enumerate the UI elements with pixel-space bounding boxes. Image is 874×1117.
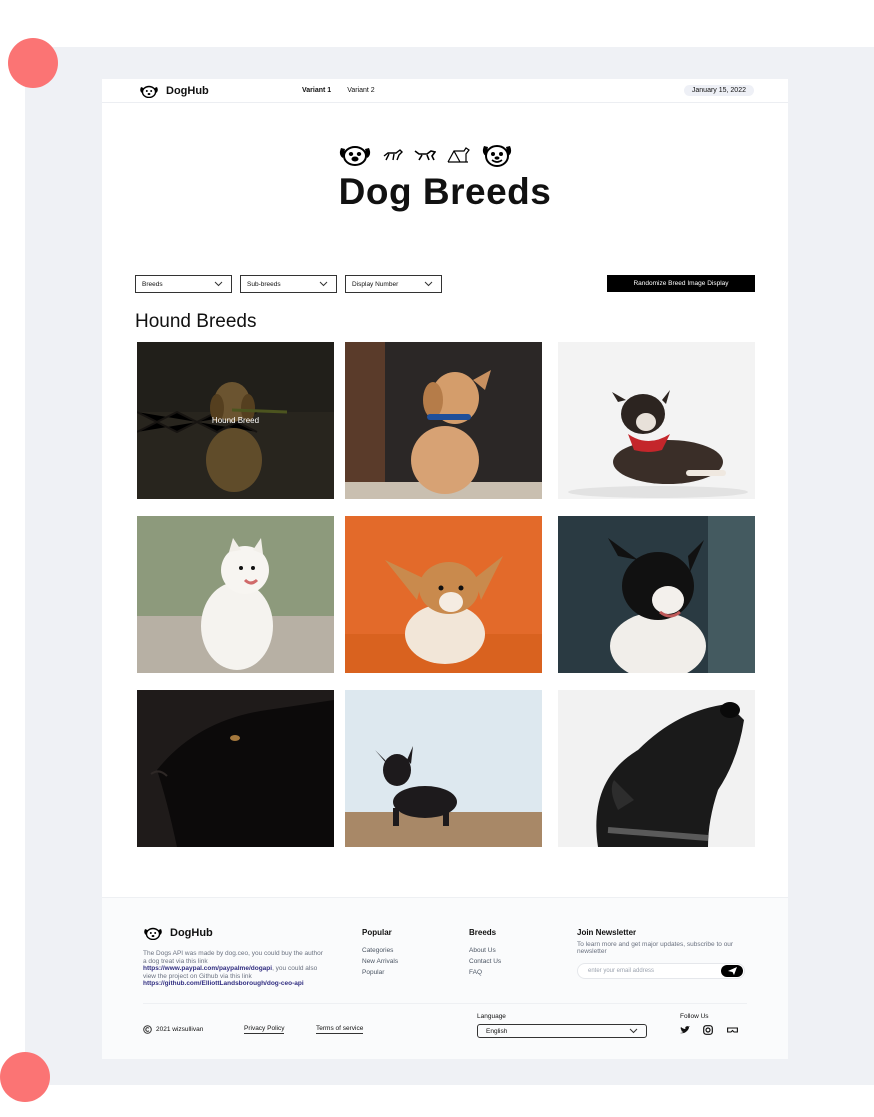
pug-face-icon — [339, 146, 371, 166]
top-bar: DogHub Variant 1 Variant 2 January 15, 2… — [102, 79, 788, 103]
sub-breeds-select[interactable]: Sub-breeds — [240, 275, 337, 293]
page-title: Dog Breeds — [338, 171, 552, 212]
date-badge: January 15, 2022 — [683, 85, 754, 96]
breeds-select-label: Breeds — [142, 280, 163, 288]
bulldog-face-icon — [482, 145, 512, 167]
footer-brand-logo[interactable]: DogHub — [143, 926, 213, 940]
footer-link-faq[interactable]: FAQ — [469, 969, 482, 976]
dog-photo — [345, 516, 542, 673]
chevron-down-icon — [424, 281, 433, 287]
language-label: Language — [477, 1013, 506, 1020]
hero-icons — [338, 143, 514, 167]
footer-link-categories[interactable]: Categories — [362, 947, 393, 954]
dog-logo-icon — [144, 927, 162, 940]
tile-hover-overlay: Hound Breed — [137, 342, 334, 499]
dog-photo-tile[interactable] — [137, 690, 334, 847]
breeds-select[interactable]: Breeds — [135, 275, 232, 293]
footer-link-popular[interactable]: Popular — [362, 969, 384, 976]
nav-variant-2[interactable]: Variant 2 — [347, 87, 375, 94]
running-dog-icon — [383, 149, 403, 161]
dog-photo-tile[interactable] — [558, 342, 755, 499]
newsletter-title: Join Newsletter — [577, 928, 637, 937]
footer-divider — [143, 1003, 747, 1004]
display-number-select-label: Display Number — [352, 280, 399, 288]
follow-us-label: Follow Us — [680, 1013, 709, 1020]
dog-photo-tile[interactable]: Hound Breed — [137, 342, 334, 499]
footer-link-about-us[interactable]: About Us — [469, 947, 496, 954]
dog-photo — [558, 516, 755, 673]
main-nav: Variant 1 Variant 2 — [302, 87, 375, 94]
terms-of-service-link[interactable]: Terms of service — [316, 1025, 364, 1034]
twitter-icon[interactable] — [680, 1026, 690, 1034]
tile-hover-label: Hound Breed — [211, 416, 260, 425]
sub-breeds-select-label: Sub-breeds — [247, 280, 281, 288]
send-icon — [727, 967, 737, 975]
privacy-policy-link[interactable]: Privacy Policy — [244, 1025, 285, 1034]
dog-photo — [558, 342, 755, 499]
copyright-icon — [143, 1025, 152, 1034]
brand-logo[interactable]: DogHub — [139, 84, 209, 98]
github-link[interactable]: https://github.com/ElliottLandsborough/d… — [143, 980, 304, 987]
dog-photo-tile[interactable] — [345, 342, 542, 499]
dog-photo — [137, 690, 334, 847]
paypal-link[interactable]: https://www.paypal.com/paypalme/dogapi — [143, 965, 272, 972]
vr-icon[interactable] — [727, 1027, 738, 1033]
footer: DogHub The Dogs API was made by dog.ceo,… — [102, 897, 788, 1059]
decorative-dot — [8, 38, 58, 88]
randomize-button[interactable]: Randomize Breed Image Display — [607, 275, 755, 292]
language-select-value: English — [486, 1027, 508, 1035]
chevron-down-icon — [319, 281, 328, 287]
dog-photo — [345, 690, 542, 847]
dog-photo-tile[interactable] — [558, 516, 755, 673]
brand-name: DogHub — [166, 85, 209, 97]
dog-photo-tile[interactable] — [558, 690, 755, 847]
newsletter-text: To learn more and get major updates, sub… — [577, 941, 734, 955]
send-button[interactable] — [721, 965, 743, 977]
decorative-dot — [0, 1052, 50, 1102]
instagram-icon[interactable] — [703, 1025, 713, 1035]
language-select[interactable]: English — [477, 1024, 647, 1038]
chevron-down-icon — [214, 281, 223, 287]
newsletter-email-input[interactable]: enter your email address — [577, 963, 745, 979]
dog-logo-icon — [140, 85, 158, 98]
section-title: Hound Breeds — [135, 311, 257, 332]
about-text-part: The Dogs API was made by dog.ceo, you co… — [143, 950, 323, 965]
dog-photo — [137, 516, 334, 673]
copyright-text: 2021 wizsullivan — [156, 1026, 204, 1033]
dog-photo-tile[interactable] — [345, 516, 542, 673]
dog-photo — [345, 342, 542, 499]
footer-link-new-arrivals[interactable]: New Arrivals — [362, 958, 398, 965]
popular-column-title: Popular — [362, 928, 392, 937]
footer-link-contact-us[interactable]: Contact Us — [469, 958, 501, 965]
nav-variant-1[interactable]: Variant 1 — [302, 87, 331, 94]
about-text: The Dogs API was made by dog.ceo, you co… — [143, 950, 323, 988]
dog-photo-tile[interactable] — [345, 690, 542, 847]
dog-photo-tile[interactable] — [137, 516, 334, 673]
sitting-dog-icon — [447, 147, 470, 163]
page: DogHub Variant 1 Variant 2 January 15, 2… — [102, 79, 788, 1059]
newsletter-email-placeholder: enter your email address — [588, 968, 655, 974]
display-number-select[interactable]: Display Number — [345, 275, 442, 293]
footer-brand-name: DogHub — [170, 927, 213, 939]
chevron-down-icon — [629, 1028, 638, 1034]
breeds-column-title: Breeds — [469, 928, 497, 937]
dog-photo — [558, 690, 755, 847]
leaping-dog-icon — [414, 150, 436, 161]
